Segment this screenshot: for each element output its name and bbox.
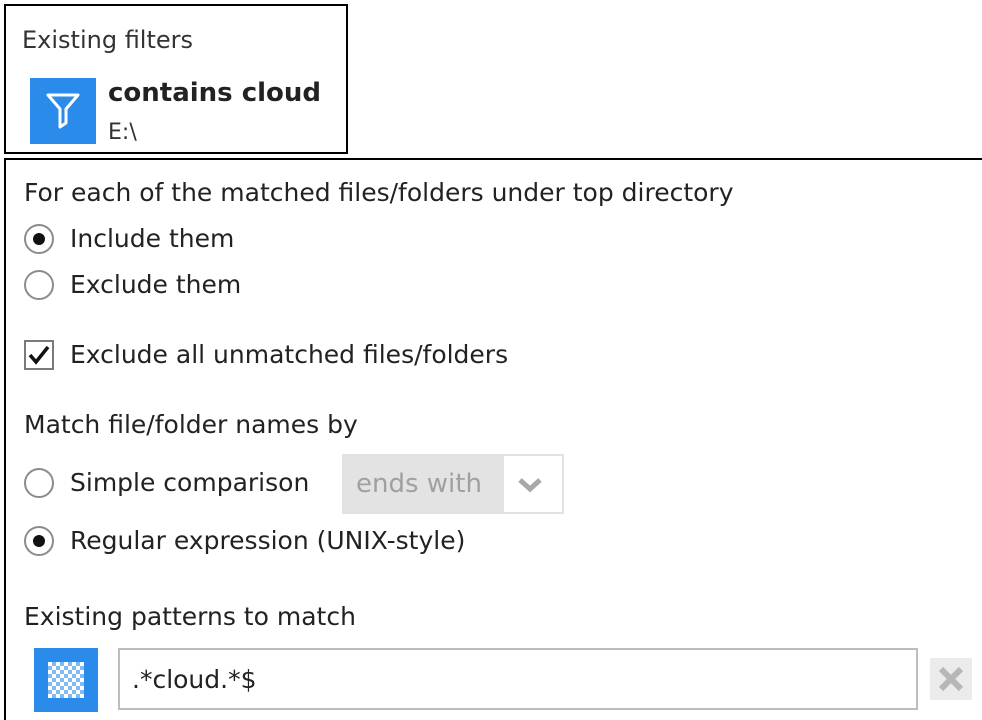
match-by-heading: Match file/folder names by [24,410,358,439]
matched-files-heading: For each of the matched files/folders un… [24,178,734,207]
filter-funnel-icon[interactable] [30,78,96,144]
delete-pattern-button[interactable] [930,658,972,700]
exclude-them-radio[interactable] [24,270,54,300]
filter-path: E:\ [108,120,137,145]
include-them-label[interactable]: Include them [70,224,234,253]
simple-comparison-radio[interactable] [24,468,54,498]
chevron-down-icon [518,478,542,493]
exclude-unmatched-label[interactable]: Exclude all unmatched files/folders [70,340,508,369]
comparison-select-value: ends with [344,456,504,512]
pattern-input[interactable] [118,648,918,710]
exclude-them-label[interactable]: Exclude them [70,270,241,299]
regular-expression-label[interactable]: Regular expression (UNIX-style) [70,526,465,555]
patterns-heading: Existing patterns to match [24,602,356,631]
comparison-select[interactable]: ends with [342,454,564,514]
simple-comparison-label[interactable]: Simple comparison [70,468,309,497]
filter-settings-panel: For each of the matched files/folders un… [4,158,982,720]
checkmark-icon [28,345,50,365]
filter-name[interactable]: contains cloud [108,78,321,108]
checker-pattern-icon [34,648,98,712]
x-icon [938,666,964,692]
regular-expression-radio[interactable] [24,526,54,556]
existing-filters-heading: Existing filters [22,26,194,54]
existing-filters-card: Existing filters contains cloud E:\ [4,4,348,154]
exclude-unmatched-checkbox[interactable] [24,340,54,370]
include-them-radio[interactable] [24,224,54,254]
